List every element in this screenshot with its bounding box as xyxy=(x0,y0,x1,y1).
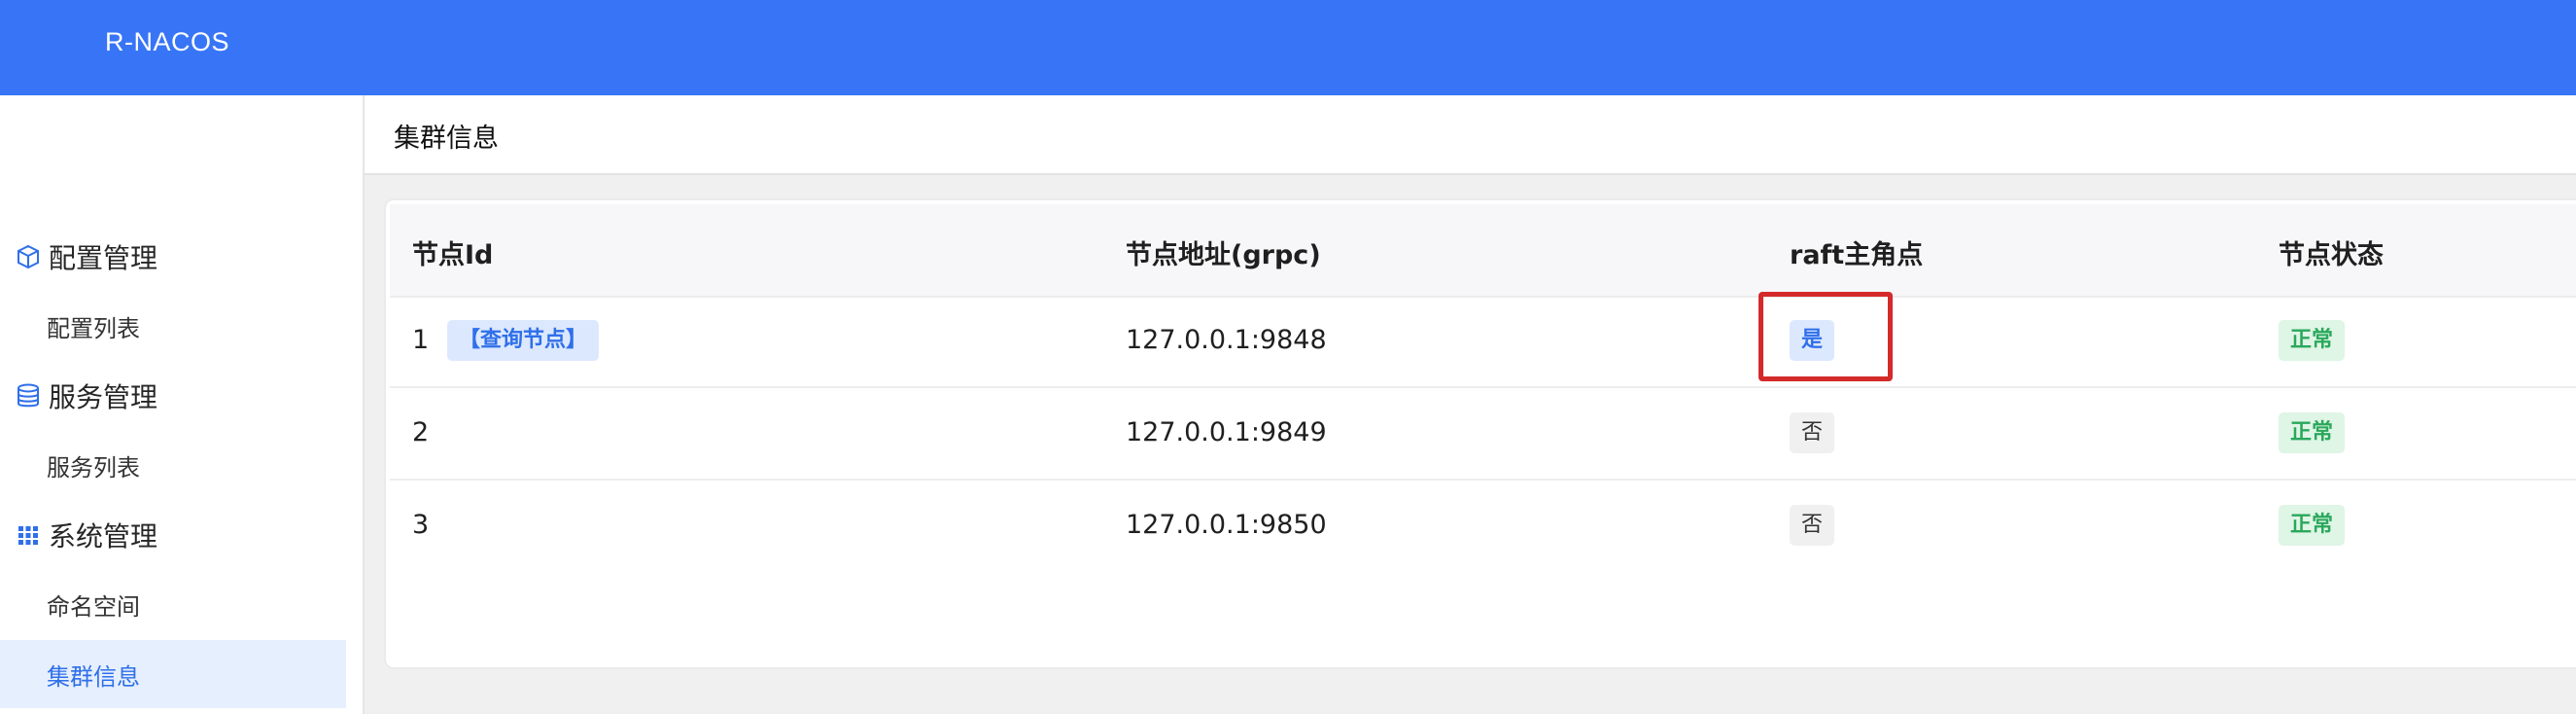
sidebar-item-namespace[interactable]: 命名空间 xyxy=(0,570,346,638)
sidebar-group-label: 服务管理 xyxy=(49,381,158,413)
node-address: 127.0.0.1:9848 xyxy=(1126,325,1327,355)
node-address: 127.0.0.1:9850 xyxy=(1126,510,1327,540)
page-header: 集群信息 xyxy=(365,95,2576,175)
raft-leader-badge: 是 xyxy=(1790,320,1835,361)
sidebar: 配置管理 配置列表 服务管理 服务列表 系统管理 命名空间 集群信息 xyxy=(0,95,365,714)
top-bar: R-NACOS xyxy=(0,0,2576,95)
sidebar-item-service-list[interactable]: 服务列表 xyxy=(0,431,346,499)
table-row: 1 【查询节点】 127.0.0.1:9848 是 正常 xyxy=(390,296,2576,388)
table-row: 3 127.0.0.1:9850 否 正常 xyxy=(390,481,2576,571)
grid-icon xyxy=(16,522,41,548)
main-content: 集群信息 节点Id 节点地址(grpc) raft主角点 节点状态 1 【查询节… xyxy=(365,95,2576,714)
query-node-link[interactable]: 【查询节点】 xyxy=(447,320,600,361)
app-brand[interactable]: R-NACOS xyxy=(105,27,229,57)
table-header: 节点Id 节点地址(grpc) raft主角点 节点状态 xyxy=(390,204,2576,298)
sidebar-group-label: 配置管理 xyxy=(49,242,158,274)
sidebar-item-cluster-info[interactable]: 集群信息 xyxy=(0,640,346,708)
status-badge: 正常 xyxy=(2279,505,2346,546)
sidebar-group-config[interactable]: 配置管理 xyxy=(16,232,157,281)
sidebar-group-system[interactable]: 系统管理 xyxy=(16,511,157,559)
node-id: 3 xyxy=(412,510,430,540)
page-title: 集群信息 xyxy=(394,124,499,154)
database-icon xyxy=(16,383,41,409)
raft-leader-badge: 否 xyxy=(1790,505,1835,546)
column-header-node-id: 节点Id xyxy=(412,240,494,270)
status-badge: 正常 xyxy=(2279,412,2346,453)
node-id: 2 xyxy=(412,417,430,447)
cube-icon xyxy=(16,244,41,269)
node-address: 127.0.0.1:9849 xyxy=(1126,417,1327,447)
column-header-status: 节点状态 xyxy=(2279,240,2384,270)
column-header-raft-leader: raft主角点 xyxy=(1790,240,1924,270)
status-badge: 正常 xyxy=(2279,320,2346,361)
sidebar-group-label: 系统管理 xyxy=(49,520,158,553)
table-row: 2 127.0.0.1:9849 否 正常 xyxy=(390,388,2576,481)
raft-leader-badge: 否 xyxy=(1790,412,1835,453)
sidebar-item-config-list[interactable]: 配置列表 xyxy=(0,292,346,360)
cluster-table: 节点Id 节点地址(grpc) raft主角点 节点状态 1 【查询节点】 12… xyxy=(384,198,2576,669)
column-header-address: 节点地址(grpc) xyxy=(1126,240,1321,270)
node-id: 1 xyxy=(412,325,430,355)
sidebar-group-service[interactable]: 服务管理 xyxy=(16,372,157,420)
